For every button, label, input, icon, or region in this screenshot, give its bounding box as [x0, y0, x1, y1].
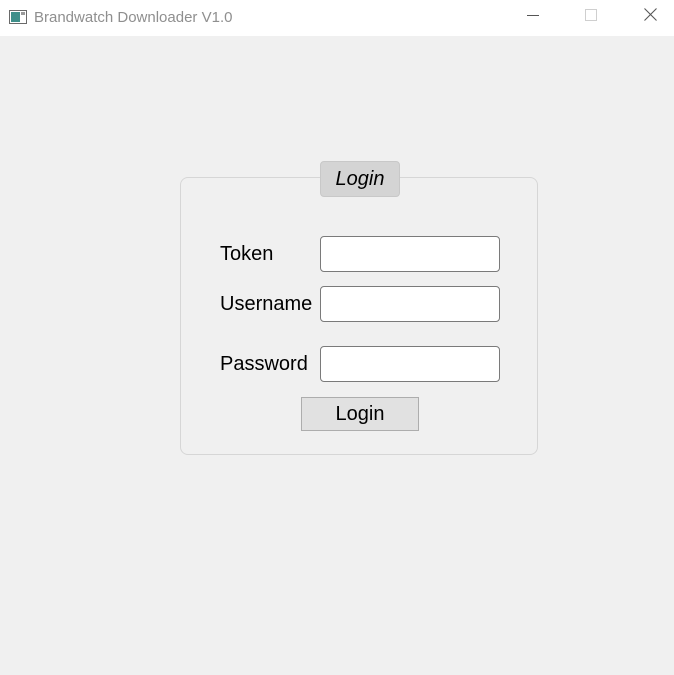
close-icon [643, 8, 657, 26]
token-label: Token [220, 243, 274, 265]
app-window: Brandwatch Downloader V1.0 Login Token U… [0, 0, 674, 675]
token-input[interactable] [320, 236, 500, 272]
username-input[interactable] [320, 286, 500, 322]
title-bar[interactable]: Brandwatch Downloader V1.0 [0, 0, 674, 36]
login-button[interactable]: Login [301, 397, 419, 431]
maximize-icon [585, 8, 597, 26]
password-label: Password [220, 353, 308, 375]
username-label: Username [220, 293, 313, 315]
password-input[interactable] [320, 346, 500, 382]
minimize-button[interactable] [510, 0, 556, 34]
app-icon [9, 10, 27, 24]
window-title: Brandwatch Downloader V1.0 [34, 9, 233, 26]
minimize-icon [527, 8, 539, 26]
login-group-title: Login [320, 161, 400, 197]
close-button[interactable] [627, 0, 673, 34]
maximize-button[interactable] [568, 0, 614, 34]
